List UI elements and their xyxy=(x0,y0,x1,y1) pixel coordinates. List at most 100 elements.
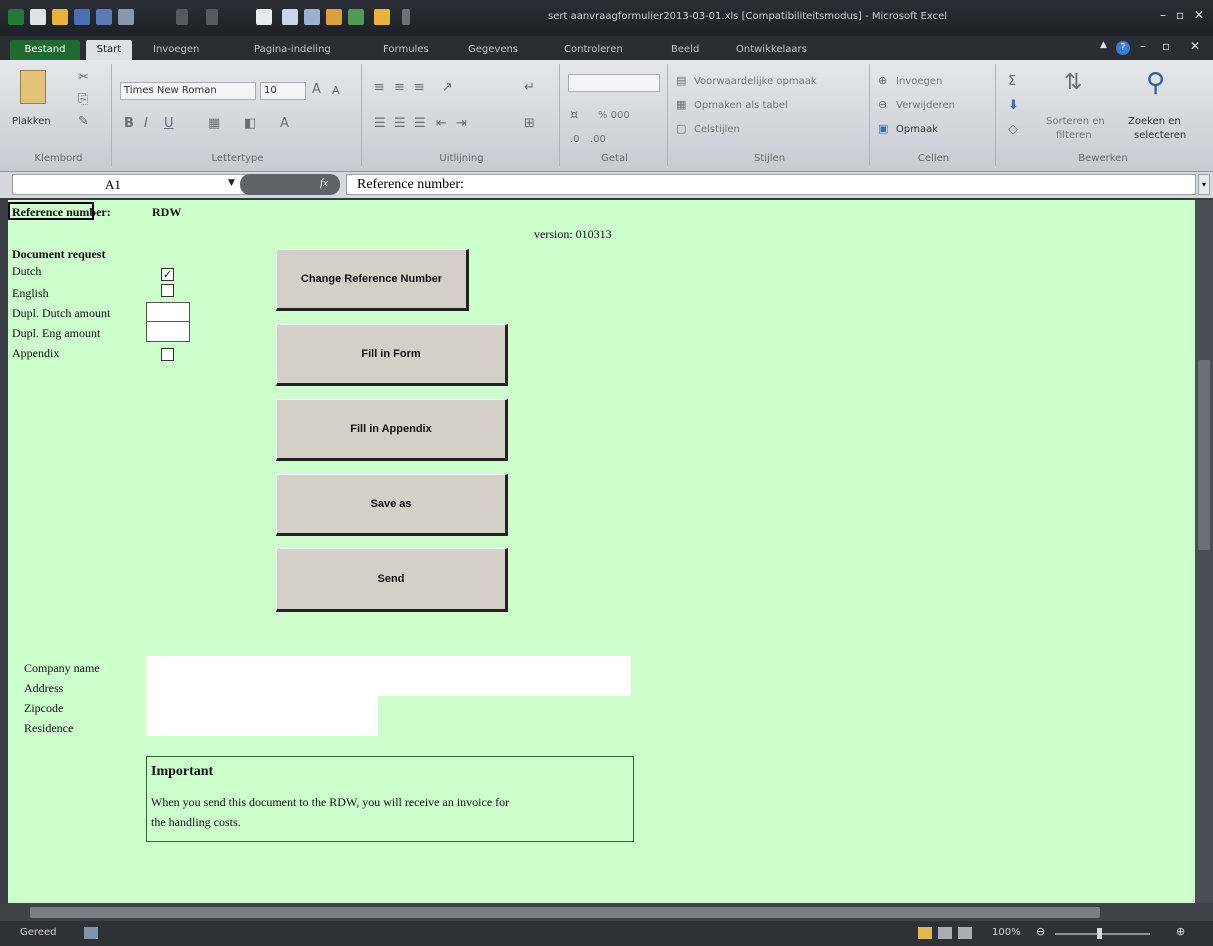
underline-icon[interactable]: U xyxy=(164,116,174,131)
name-box[interactable]: A1 xyxy=(12,174,252,195)
font-name-select[interactable]: Times New Roman xyxy=(120,82,256,100)
redo-icon[interactable] xyxy=(206,9,218,25)
percent-comma-buttons[interactable]: % 000 xyxy=(598,110,630,121)
currency-icon[interactable]: ¤ xyxy=(570,108,578,123)
english-checkbox[interactable] xyxy=(161,284,174,297)
save-as-icon[interactable] xyxy=(96,9,112,25)
grow-font-icon[interactable]: A xyxy=(312,82,321,97)
border-icon[interactable]: ▦ xyxy=(208,116,220,131)
fill-icon[interactable]: ⬇ xyxy=(1008,98,1019,113)
help-icon[interactable]: ? xyxy=(1116,41,1130,55)
sort-filter-label-2[interactable]: filteren xyxy=(1056,130,1092,141)
appendix-checkbox[interactable] xyxy=(161,348,174,361)
font-color-icon[interactable] xyxy=(326,9,342,25)
increase-decimal-icon[interactable]: .0 xyxy=(570,134,580,145)
new-file-icon[interactable] xyxy=(30,9,46,25)
format-as-table-button[interactable]: Opmaken als tabel xyxy=(694,100,788,111)
zoom-slider-handle[interactable] xyxy=(1097,928,1102,939)
cut-icon[interactable]: ✂ xyxy=(78,70,89,85)
merge-center-icon[interactable]: ⊞ xyxy=(524,116,535,131)
tab-beeld[interactable]: Beeld xyxy=(671,40,699,60)
tab-controleren[interactable]: Controleren xyxy=(564,40,623,60)
tab-start[interactable]: Start xyxy=(86,40,132,60)
copy-icon[interactable]: ⎘ xyxy=(78,92,88,107)
shrink-font-icon[interactable]: A xyxy=(332,84,340,97)
save-as-button[interactable]: Save as xyxy=(276,474,508,536)
tab-gegevens[interactable]: Gegevens xyxy=(468,40,518,60)
autosum-icon[interactable]: Σ xyxy=(1008,74,1016,89)
minimize-icon[interactable]: – xyxy=(1160,8,1166,22)
wrap-text-icon[interactable]: ↵ xyxy=(524,80,535,95)
fill-in-form-button[interactable]: Fill in Form xyxy=(276,324,508,386)
tab-bestand[interactable]: Bestand xyxy=(10,40,80,60)
align-middle-icon[interactable]: ≡ xyxy=(394,80,405,95)
bold-icon[interactable]: B xyxy=(124,116,134,131)
find-select-label-1[interactable]: Zoeken en xyxy=(1128,116,1181,127)
align-left-icon[interactable]: ☰ xyxy=(374,116,386,131)
dupl-eng-amount-field[interactable] xyxy=(146,321,190,342)
print-icon[interactable] xyxy=(118,9,134,25)
tab-formules[interactable]: Formules xyxy=(383,40,429,60)
find-select-label-2[interactable]: selecteren xyxy=(1134,130,1186,141)
undo-icon[interactable] xyxy=(176,9,188,25)
doc-minimize-icon[interactable]: – xyxy=(1140,39,1146,53)
worksheet[interactable]: Reference number: RDW version: 010313 Do… xyxy=(8,200,1195,903)
font-color-icon[interactable]: A xyxy=(280,116,289,131)
excel-app-icon[interactable] xyxy=(8,9,24,25)
open-folder-icon[interactable] xyxy=(52,9,68,25)
font-size-select[interactable]: 10 xyxy=(260,82,306,100)
formula-input[interactable]: Reference number: xyxy=(346,174,1196,195)
dutch-checkbox[interactable]: ✓ xyxy=(161,268,174,281)
insert-cells-button[interactable]: Invoegen xyxy=(896,76,942,87)
format-painter-icon[interactable]: ✎ xyxy=(78,114,89,129)
dupl-dutch-amount-field[interactable] xyxy=(146,302,190,323)
clear-icon[interactable]: ◇ xyxy=(1008,122,1018,137)
orientation-icon[interactable]: ↗ xyxy=(442,80,453,95)
delete-cells-button[interactable]: Verwijderen xyxy=(896,100,955,111)
sort-filter-icon[interactable]: ⇅ xyxy=(1064,70,1082,95)
folder-icon[interactable] xyxy=(374,9,390,25)
maximize-icon[interactable]: ▫ xyxy=(1176,8,1184,22)
expand-formula-bar-icon[interactable]: ▾ xyxy=(1198,174,1210,195)
align-right-icon[interactable]: ☰ xyxy=(414,116,426,131)
zoom-out-icon[interactable]: ⊖ xyxy=(1036,925,1045,938)
align-bottom-icon[interactable]: ≡ xyxy=(414,80,425,95)
sort-icon[interactable] xyxy=(282,9,298,25)
vertical-scrollbar[interactable] xyxy=(1195,200,1213,903)
paste-icon[interactable] xyxy=(20,70,46,104)
change-reference-number-button[interactable]: Change Reference Number xyxy=(276,249,469,311)
send-button[interactable]: Send xyxy=(276,548,508,612)
fill-in-appendix-button[interactable]: Fill in Appendix xyxy=(276,399,508,461)
insert-function-icon[interactable]: fx xyxy=(320,177,328,189)
form-icon[interactable] xyxy=(256,9,272,25)
doc-restore-icon[interactable]: ▫ xyxy=(1162,39,1170,53)
doc-close-icon[interactable]: ✕ xyxy=(1190,39,1200,53)
tab-invoegen[interactable]: Invoegen xyxy=(153,40,199,60)
align-top-icon[interactable]: ≡ xyxy=(374,80,385,95)
cell-styles-button[interactable]: Celstijlen xyxy=(694,124,740,135)
decrease-indent-icon[interactable]: ⇤ xyxy=(436,116,447,131)
close-icon[interactable]: ✕ xyxy=(1194,8,1204,22)
binoculars-icon[interactable]: ⚲ xyxy=(1146,68,1165,98)
zoom-level[interactable]: 100% xyxy=(992,927,1021,938)
conditional-formatting-button[interactable]: Voorwaardelijke opmaak xyxy=(694,76,817,87)
list-icon[interactable] xyxy=(304,9,320,25)
vertical-scroll-thumb[interactable] xyxy=(1198,360,1210,550)
horizontal-scrollbar[interactable] xyxy=(0,903,1213,921)
sort-filter-label-1[interactable]: Sorteren en xyxy=(1046,116,1105,127)
paste-button[interactable]: Plakken xyxy=(12,116,51,127)
horizontal-scroll-thumb[interactable] xyxy=(30,907,1100,918)
align-center-icon[interactable]: ☰ xyxy=(394,116,406,131)
zoom-slider[interactable] xyxy=(1055,933,1150,935)
tab-pagina-indeling[interactable]: Pagina-indeling xyxy=(254,40,331,60)
italic-icon[interactable]: I xyxy=(144,116,148,131)
name-box-dropdown-icon[interactable]: ▼ xyxy=(228,178,235,188)
collapse-ribbon-icon[interactable]: ▲ xyxy=(1100,40,1107,50)
fill-color-icon[interactable]: ◧ xyxy=(244,116,256,131)
format-cells-button[interactable]: Opmaak xyxy=(896,124,938,135)
save-icon[interactable] xyxy=(74,9,90,25)
page-break-view-icon[interactable] xyxy=(958,927,972,939)
normal-view-icon[interactable] xyxy=(918,927,932,939)
increase-indent-icon[interactable]: ⇥ xyxy=(456,116,467,131)
tree-icon[interactable] xyxy=(348,9,364,25)
